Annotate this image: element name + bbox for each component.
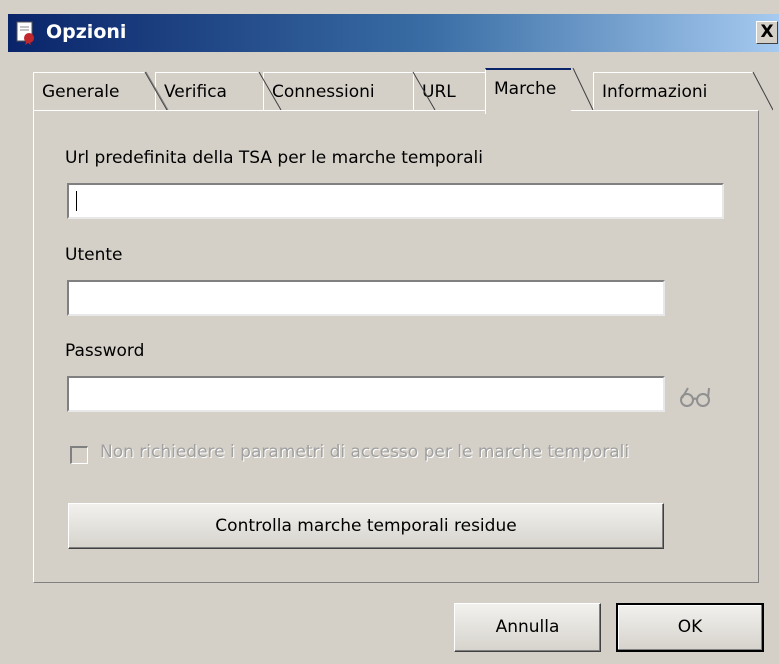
tab-label: Informazioni xyxy=(602,82,708,102)
cancel-button[interactable]: Annulla xyxy=(454,603,601,652)
tab-bar: Generale Verifica Connessioni URL Marche… xyxy=(33,68,773,114)
tsa-url-input[interactable] xyxy=(67,183,724,219)
tab-label: URL xyxy=(422,82,456,102)
tab-label: Generale xyxy=(42,82,120,102)
tab-label: Connessioni xyxy=(272,82,375,102)
close-button[interactable]: X xyxy=(756,21,778,44)
user-input[interactable] xyxy=(67,280,665,316)
tab-label: Marche xyxy=(494,79,557,99)
password-input[interactable] xyxy=(67,376,665,412)
password-label: Password xyxy=(65,341,145,361)
text-caret xyxy=(76,191,77,211)
glasses-icon[interactable] xyxy=(679,386,713,408)
tab-marche[interactable]: Marche xyxy=(485,68,571,114)
tsa-url-label: Url predefinita della TSA per le marche … xyxy=(65,148,483,168)
user-label: Utente xyxy=(65,245,123,265)
tab-url[interactable]: URL xyxy=(413,72,489,110)
tab-informazioni[interactable]: Informazioni xyxy=(593,72,753,110)
marche-tab-panel: Url predefinita della TSA per le marche … xyxy=(33,110,759,583)
tab-label: Verifica xyxy=(164,82,227,102)
ok-button[interactable]: OK xyxy=(616,603,764,652)
tab-verifica[interactable]: Verifica xyxy=(155,72,259,110)
title-bar[interactable]: Opzioni X xyxy=(8,14,779,52)
tab-generale[interactable]: Generale xyxy=(33,72,145,110)
options-dialog: Opzioni X Generale Verifica Connessioni … xyxy=(0,0,779,664)
document-seal-icon xyxy=(16,21,34,45)
no-access-params-label: Non richiedere i parametri di accesso pe… xyxy=(100,442,630,462)
no-access-params-checkbox[interactable] xyxy=(70,446,88,464)
check-remaining-timestamps-button[interactable]: Controlla marche temporali residue xyxy=(68,503,664,549)
window-title: Opzioni xyxy=(46,21,127,43)
tab-connessioni[interactable]: Connessioni xyxy=(263,72,413,110)
